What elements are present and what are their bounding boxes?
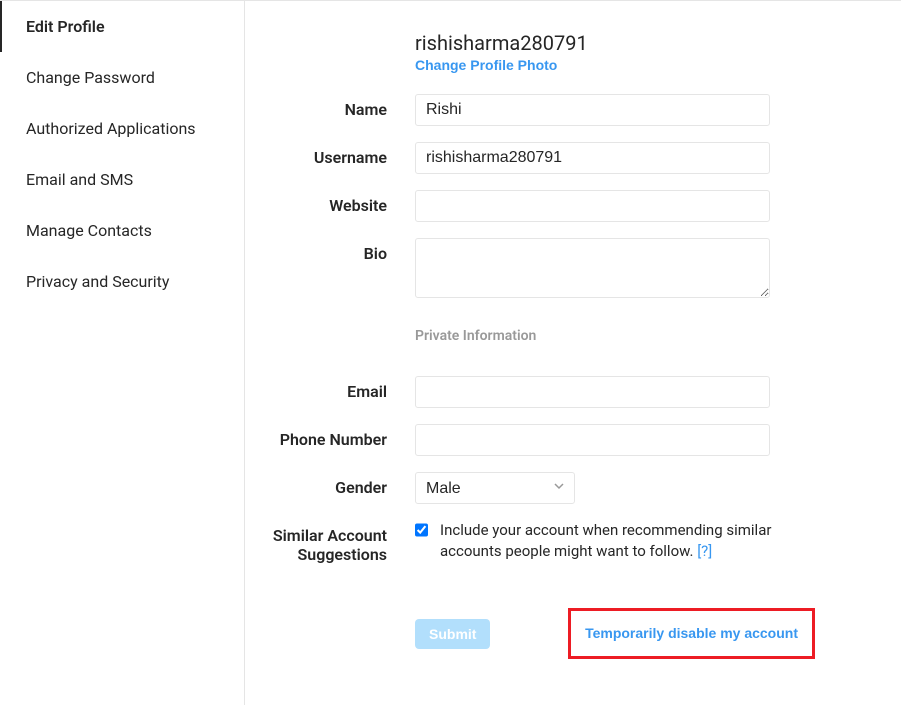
suggestions-help-link[interactable]: [?] — [697, 542, 712, 560]
sidebar-item-privacy-and-security[interactable]: Privacy and Security — [0, 256, 244, 307]
name-input[interactable] — [415, 94, 770, 126]
sidebar-item-email-and-sms[interactable]: Email and SMS — [0, 154, 244, 205]
website-input[interactable] — [415, 190, 770, 222]
sidebar-item-edit-profile[interactable]: Edit Profile — [0, 1, 244, 52]
username-input[interactable] — [415, 142, 770, 174]
submit-button[interactable]: Submit — [415, 619, 490, 649]
disable-account-highlight: Temporarily disable my account — [568, 608, 815, 659]
bio-textarea[interactable] — [415, 238, 770, 298]
gender-label: Gender — [245, 472, 415, 497]
phone-input[interactable] — [415, 424, 770, 456]
username-label: Username — [245, 142, 415, 167]
sidebar-item-authorized-applications[interactable]: Authorized Applications — [0, 103, 244, 154]
temporarily-disable-account-link[interactable]: Temporarily disable my account — [585, 625, 798, 641]
settings-main: rishisharma280791 Change Profile Photo N… — [245, 1, 901, 705]
suggestions-checkbox[interactable] — [415, 523, 428, 537]
sidebar-item-change-password[interactable]: Change Password — [0, 52, 244, 103]
settings-container: Edit Profile Change Password Authorized … — [0, 0, 901, 705]
private-information-heading: Private Information — [415, 328, 770, 344]
gender-select[interactable]: Male — [415, 472, 575, 504]
email-input[interactable] — [415, 376, 770, 408]
change-profile-photo-button[interactable]: Change Profile Photo — [415, 57, 557, 73]
phone-label: Phone Number — [245, 424, 415, 449]
suggestions-description: Include your account when recommending s… — [440, 520, 795, 562]
settings-sidebar: Edit Profile Change Password Authorized … — [0, 1, 245, 705]
suggestions-label: Similar Account Suggestions — [245, 520, 415, 564]
sidebar-item-manage-contacts[interactable]: Manage Contacts — [0, 205, 244, 256]
email-label: Email — [245, 376, 415, 401]
profile-header: rishisharma280791 Change Profile Photo — [245, 31, 861, 74]
website-label: Website — [245, 190, 415, 215]
bio-label: Bio — [245, 238, 415, 263]
name-label: Name — [245, 94, 415, 119]
profile-username-heading: rishisharma280791 — [415, 31, 861, 55]
